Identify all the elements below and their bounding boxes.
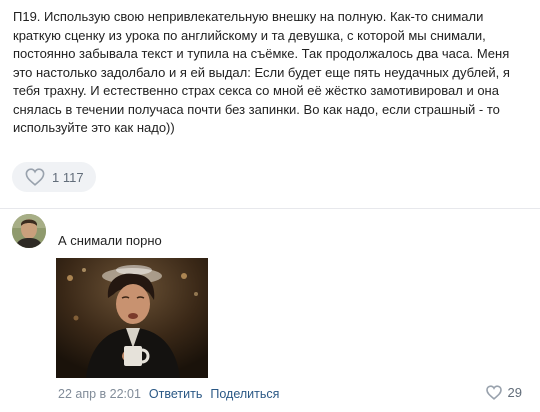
share-button[interactable]: Поделиться <box>210 387 279 401</box>
avatar[interactable] <box>12 214 46 248</box>
comment-like-button[interactable]: 29 <box>485 385 522 400</box>
post-text-line: краткую сценку из урока по английскому и… <box>13 27 486 43</box>
post-like-button[interactable]: 1 117 <box>12 162 96 192</box>
post-text: П19. Использую свою непривлекательную вн… <box>13 8 531 138</box>
post-text-line: П19. Использую свою непривлекательную вн… <box>13 9 484 24</box>
heart-outline-icon <box>485 385 502 400</box>
comment-like-count: 29 <box>507 385 522 400</box>
post-text-line: снялась в течении получаса почти без зап… <box>13 101 500 117</box>
comment-gif-image[interactable] <box>56 258 208 378</box>
post-text-line: это настолько задолбало и я ей выдал: Ес… <box>13 64 510 80</box>
post-text-line: тебя трахну. И естественно страх секса с… <box>13 83 499 98</box>
comment-date[interactable]: 22 апр в 22:01 <box>58 387 141 401</box>
post-text-line: используйте это как надо)) <box>13 120 175 135</box>
post-like-count: 1 117 <box>52 169 84 185</box>
reply-button[interactable]: Ответить <box>149 387 202 401</box>
heart-outline-icon <box>25 168 45 186</box>
post-text-line: постоянно забывала текст и тупила на съё… <box>13 46 510 61</box>
divider <box>0 208 540 209</box>
comment-text: А снимали порно <box>58 233 162 248</box>
comment-meta: 22 апр в 22:01 Ответить Поделиться <box>58 387 279 401</box>
